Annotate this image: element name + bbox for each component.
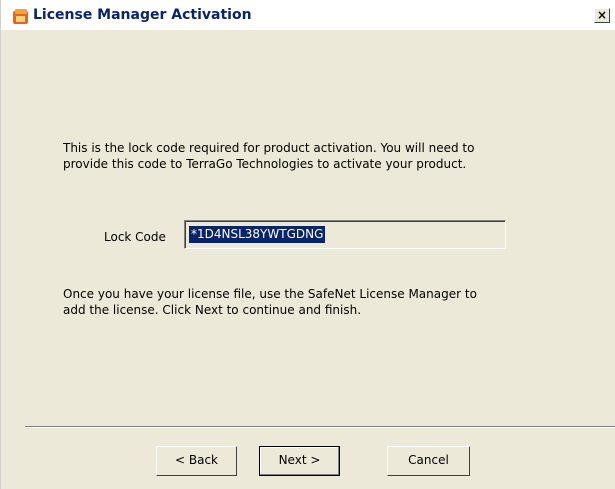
window-title: License Manager Activation: [33, 7, 252, 23]
back-button[interactable]: < Back: [156, 446, 237, 476]
lock-code-value[interactable]: *1D4NSL38YWTGDNG: [189, 226, 326, 243]
lock-code-field[interactable]: *1D4NSL38YWTGDNG: [184, 220, 506, 249]
intro-text: This is the lock code required for produ…: [63, 141, 475, 171]
app-icon: [13, 9, 28, 24]
separator: [25, 426, 615, 428]
lock-code-field-inner: *1D4NSL38YWTGDNG: [185, 221, 505, 248]
followup-text: Once you have your license file, use the…: [63, 287, 477, 317]
next-button[interactable]: Next >: [259, 446, 340, 476]
lock-code-label: Lock Code: [104, 230, 166, 244]
license-manager-window: License Manager Activation × This is the…: [0, 0, 615, 489]
title-bar: License Manager Activation ×: [1, 0, 615, 30]
close-button[interactable]: ×: [594, 8, 610, 23]
cancel-button[interactable]: Cancel: [387, 446, 470, 476]
